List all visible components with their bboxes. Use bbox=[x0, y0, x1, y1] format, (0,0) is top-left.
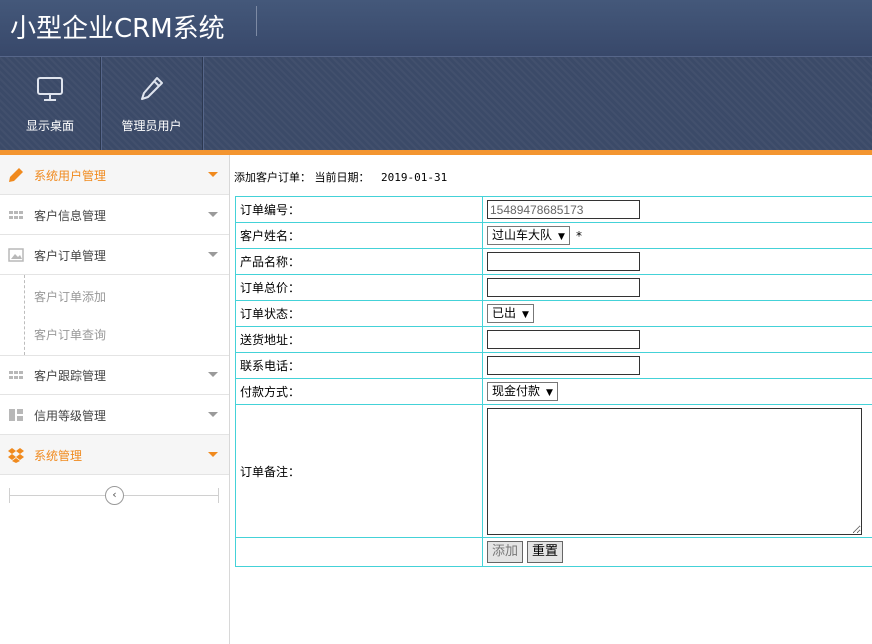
total-cell bbox=[482, 274, 872, 301]
grid-icon bbox=[9, 371, 23, 379]
submenu-dashed-line bbox=[24, 275, 25, 355]
dropdown-arrow-icon: ▼ bbox=[522, 310, 529, 320]
title-divider bbox=[256, 6, 257, 36]
form-row-phone: 联系电话： bbox=[235, 352, 872, 379]
pencil-icon bbox=[101, 75, 202, 105]
sidebar-item-label: 客户跟踪管理 bbox=[34, 369, 107, 383]
form-row-total: 订单总价： bbox=[235, 274, 872, 301]
product-cell bbox=[482, 248, 872, 275]
sidebar-subitem-query-order[interactable]: 客户订单查询 bbox=[34, 326, 106, 343]
collapse-tick-left bbox=[9, 488, 10, 503]
customer-selected: 过山车大队 bbox=[492, 228, 553, 242]
customer-label: 客户姓名： bbox=[235, 222, 483, 249]
reset-button[interactable]: 重置 bbox=[527, 541, 564, 563]
sidebar-item-label: 系统用户管理 bbox=[34, 169, 107, 183]
toolbar: 显示桌面 管理员用户 bbox=[0, 56, 872, 151]
sidebar-item-label: 系统管理 bbox=[34, 449, 83, 463]
payment-label: 付款方式： bbox=[235, 378, 483, 405]
sidebar-subitem-add-order[interactable]: 客户订单添加 bbox=[34, 288, 106, 305]
sidebar: 系统用户管理 客户信息管理 客户订单管理 客户订单添加 客户订单查询 客户跟踪管… bbox=[0, 155, 230, 644]
caret-down-icon bbox=[208, 452, 218, 457]
dropbox-icon bbox=[8, 448, 24, 463]
form-row-order-no: 订单编号： bbox=[235, 196, 872, 223]
order-no-input[interactable] bbox=[487, 200, 640, 219]
status-selected: 已出 bbox=[492, 306, 517, 320]
app-title: 小型企业CRM系统 bbox=[10, 14, 225, 44]
total-price-input[interactable] bbox=[487, 278, 640, 297]
layout-icon bbox=[9, 409, 23, 421]
caret-down-icon bbox=[208, 252, 218, 257]
phone-input[interactable] bbox=[487, 356, 640, 375]
add-button[interactable]: 添加 bbox=[487, 541, 524, 563]
total-label: 订单总价： bbox=[235, 274, 483, 301]
form-row-status: 订单状态： 已出 ▼ bbox=[235, 300, 872, 327]
form-row-product: 产品名称： bbox=[235, 248, 872, 275]
address-cell bbox=[482, 326, 872, 353]
show-desktop-button[interactable]: 显示桌面 bbox=[0, 57, 101, 151]
sidebar-item-customer-tracking[interactable]: 客户跟踪管理 bbox=[0, 355, 229, 395]
sidebar-item-system-users[interactable]: 系统用户管理 bbox=[0, 155, 229, 195]
admin-user-button[interactable]: 管理员用户 bbox=[101, 57, 203, 151]
buttons-cell: 添加 重置 bbox=[482, 537, 872, 567]
sidebar-item-label: 客户订单管理 bbox=[34, 249, 107, 263]
order-form-table: 订单编号： 客户姓名： 过山车大队 ▼ * 产品名称： 订单总价： 订单状态： bbox=[235, 196, 872, 567]
form-row-payment: 付款方式： 现金付款 ▼ bbox=[235, 378, 872, 405]
page-title: 添加客户订单： bbox=[234, 171, 311, 184]
customer-cell: 过山车大队 ▼ * bbox=[482, 222, 872, 249]
notes-label: 订单备注： bbox=[235, 404, 483, 538]
form-row-buttons: 添加 重置 bbox=[235, 537, 872, 567]
dropdown-arrow-icon: ▼ bbox=[558, 232, 565, 242]
current-date: 2019-01-31 bbox=[381, 171, 448, 184]
main-content: 添加客户订单： 当前日期： 2019-01-31 订单编号： 客户姓名： 过山车… bbox=[230, 155, 872, 644]
collapse-tick-right bbox=[218, 488, 219, 503]
form-row-notes: 订单备注： bbox=[235, 404, 872, 538]
payment-selected: 现金付款 bbox=[492, 384, 541, 398]
form-row-address: 送货地址： bbox=[235, 326, 872, 353]
sidebar-collapse-bar: ‹ bbox=[9, 485, 219, 505]
address-label: 送货地址： bbox=[235, 326, 483, 353]
customer-select[interactable]: 过山车大队 ▼ bbox=[487, 226, 570, 245]
pencil-icon bbox=[9, 168, 23, 182]
status-cell: 已出 ▼ bbox=[482, 300, 872, 327]
caret-down-icon bbox=[208, 412, 218, 417]
status-select[interactable]: 已出 ▼ bbox=[487, 304, 534, 323]
show-desktop-label: 显示桌面 bbox=[25, 119, 74, 133]
sidebar-item-customer-info[interactable]: 客户信息管理 bbox=[0, 195, 229, 235]
form-row-customer: 客户姓名： 过山车大队 ▼ * bbox=[235, 222, 872, 249]
sidebar-item-label: 客户信息管理 bbox=[34, 209, 107, 223]
sidebar-item-customer-orders[interactable]: 客户订单管理 bbox=[0, 235, 229, 275]
notes-textarea[interactable] bbox=[487, 408, 862, 535]
grid-icon bbox=[9, 211, 23, 219]
product-input[interactable] bbox=[487, 252, 640, 271]
page-caption: 添加客户订单： 当前日期： 2019-01-31 bbox=[234, 169, 447, 185]
phone-cell bbox=[482, 352, 872, 379]
sidebar-submenu: 客户订单添加 客户订单查询 bbox=[0, 275, 229, 356]
status-label: 订单状态： bbox=[235, 300, 483, 327]
buttons-label-cell bbox=[235, 537, 483, 567]
payment-cell: 现金付款 ▼ bbox=[482, 378, 872, 405]
sidebar-item-system-admin[interactable]: 系统管理 bbox=[0, 435, 229, 475]
phone-label: 联系电话： bbox=[235, 352, 483, 379]
date-label: 当前日期： bbox=[314, 171, 370, 184]
monitor-icon bbox=[0, 75, 100, 105]
dropdown-arrow-icon: ▼ bbox=[546, 388, 553, 398]
sidebar-item-label: 信用等级管理 bbox=[34, 409, 107, 423]
order-no-cell bbox=[482, 196, 872, 223]
address-input[interactable] bbox=[487, 330, 640, 349]
image-icon bbox=[8, 248, 24, 262]
caret-down-icon bbox=[208, 212, 218, 217]
admin-user-label: 管理员用户 bbox=[121, 119, 182, 133]
collapse-sidebar-button[interactable]: ‹ bbox=[105, 486, 124, 505]
required-mark: * bbox=[575, 228, 582, 243]
product-label: 产品名称： bbox=[235, 248, 483, 275]
payment-select[interactable]: 现金付款 ▼ bbox=[487, 382, 558, 401]
order-no-label: 订单编号： bbox=[235, 196, 483, 223]
caret-down-icon bbox=[208, 372, 218, 377]
sidebar-item-credit-level[interactable]: 信用等级管理 bbox=[0, 395, 229, 435]
app-header: 小型企业CRM系统 bbox=[0, 0, 872, 56]
notes-cell bbox=[482, 404, 872, 538]
caret-down-icon bbox=[208, 172, 218, 177]
